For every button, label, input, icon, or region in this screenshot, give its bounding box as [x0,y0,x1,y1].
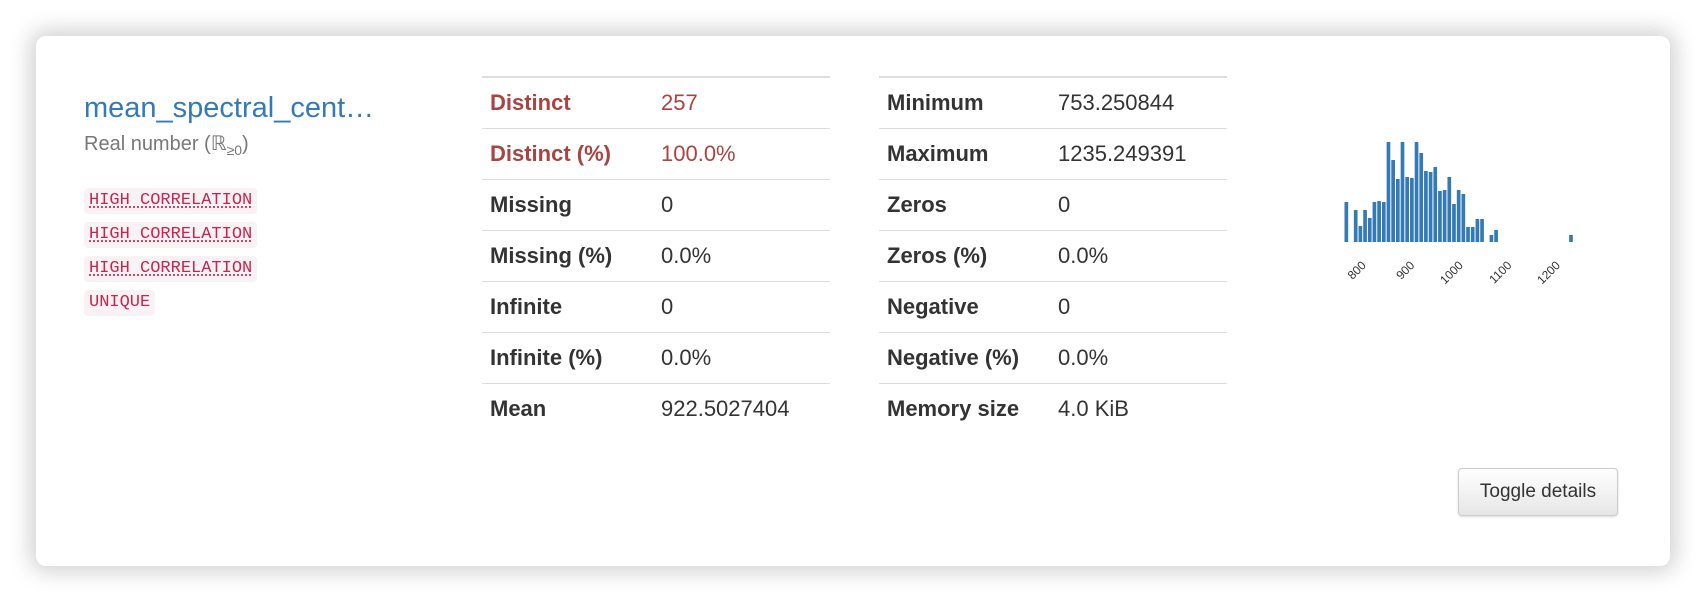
stat-label: Mean [482,383,653,434]
stat-value: 0.0% [653,332,830,384]
variable-card: mean_spectral_cent… Real number (ℝ≥0) HI… [36,36,1670,566]
stat-label: Negative [879,281,1050,333]
stat-row-infinite-pct: Infinite (%) 0.0% [482,332,830,384]
stat-row-minimum: Minimum 753.250844 [879,76,1227,129]
stat-row-zeros-pct: Zeros (%) 0.0% [879,230,1227,282]
stat-value: 1235.249391 [1050,128,1227,180]
histogram-bar [1358,226,1363,242]
stat-value: 4.0 KiB [1050,383,1227,434]
stat-label: Negative (%) [879,332,1050,384]
histogram-bar [1391,160,1395,242]
stat-label: Infinite [482,281,653,333]
stat-label: Distinct [482,76,653,129]
stat-value: 0.0% [1050,230,1227,282]
x-tick-label: 1200 [1534,258,1563,287]
histogram-bar [1494,230,1498,242]
variable-type-suffix: ) [242,133,249,155]
stat-value: 0 [1050,281,1227,333]
histogram-bar [1452,204,1456,242]
histogram-bar [1480,219,1484,242]
x-tick-label: 1000 [1437,258,1466,287]
histogram-bar [1419,153,1424,242]
stat-value: 0 [653,179,830,231]
stat-label: Missing (%) [482,230,653,282]
histogram-bar [1395,179,1400,242]
x-tick-label: 800 [1345,258,1369,282]
stat-row-negative: Negative 0 [879,281,1227,333]
histogram-bar [1414,142,1419,242]
stat-label: Zeros [879,179,1050,231]
histogram-bar [1470,227,1475,242]
histogram-bar [1381,202,1386,242]
stat-label: Zeros (%) [879,230,1050,282]
histogram-bar [1372,202,1377,242]
high-correlation-badge[interactable]: HIGH CORRELATION [84,222,258,248]
stat-label: Distinct (%) [482,128,653,180]
histogram-bar [1386,142,1391,242]
stat-row-distinct: Distinct 257 [482,76,830,129]
stat-label: Minimum [879,76,1050,129]
histogram-bar [1405,177,1410,242]
stat-label: Memory size [879,383,1050,434]
stat-value: 0.0% [1050,332,1227,384]
histogram-bar [1569,235,1573,242]
stat-row-negative-pct: Negative (%) 0.0% [879,332,1227,384]
stat-row-maximum: Maximum 1235.249391 [879,128,1227,180]
stat-value: 0.0% [653,230,830,282]
histogram-bar [1489,235,1494,242]
high-correlation-badge[interactable]: HIGH CORRELATION [84,188,258,214]
stat-row-infinite: Infinite 0 [482,281,830,333]
high-correlation-badge[interactable]: HIGH CORRELATION [84,256,258,282]
variable-name-link[interactable]: mean_spectral_cent… [84,92,414,125]
stat-value: 257 [653,76,830,129]
histogram-bar [1367,218,1372,242]
histogram-bar [1424,171,1428,242]
histogram-bar [1410,178,1414,242]
stat-label: Infinite (%) [482,332,653,384]
histogram-bar [1363,210,1367,242]
stat-value: 100.0% [653,128,830,180]
alert-badges: HIGH CORRELATION HIGH CORRELATION HIGH C… [84,188,258,324]
histogram-bar [1456,190,1461,242]
histogram-bar [1447,177,1452,242]
histogram-bar [1466,227,1470,242]
histogram-bar [1461,194,1466,242]
variable-type: Real number (ℝ≥0) [84,131,249,158]
toggle-details-button[interactable]: Toggle details [1458,468,1618,516]
unique-badge: UNIQUE [84,290,156,316]
stat-value: 922.5027404 [653,383,830,434]
stat-value: 753.250844 [1050,76,1227,129]
histogram-bar [1433,167,1438,242]
histogram-chart: 800 900 1000 1100 1200 [1344,142,1573,287]
stat-value: 0 [653,281,830,333]
stat-label: Maximum [879,128,1050,180]
x-tick-label: 900 [1393,258,1417,282]
histogram-bar [1475,219,1480,242]
stat-row-zeros: Zeros 0 [879,179,1227,231]
histogram-bar [1377,201,1381,242]
stat-value: 0 [1050,179,1227,231]
stat-row-memory-size: Memory size 4.0 KiB [879,383,1227,434]
stat-row-distinct-pct: Distinct (%) 100.0% [482,128,830,180]
histogram-bar [1438,191,1442,242]
histogram-bar [1344,202,1349,242]
stat-row-missing-pct: Missing (%) 0.0% [482,230,830,282]
histogram-bar [1353,210,1358,242]
histogram-bar [1428,172,1433,242]
stats-table-left: Distinct 257 Distinct (%) 100.0% Missing 0 … [482,76,830,434]
stat-label: Missing [482,179,653,231]
variable-type-prefix: Real number (ℝ [84,133,227,155]
stat-row-missing: Missing 0 [482,179,830,231]
histogram-bar [1400,142,1405,242]
x-tick-label: 1100 [1486,258,1514,286]
stats-table-right: Minimum 753.250844 Maximum 1235.249391 Zer… [879,76,1227,434]
variable-type-subscript: ≥0 [226,142,243,158]
histogram-bar [1442,190,1447,242]
stat-row-mean: Mean 922.5027404 [482,383,830,434]
